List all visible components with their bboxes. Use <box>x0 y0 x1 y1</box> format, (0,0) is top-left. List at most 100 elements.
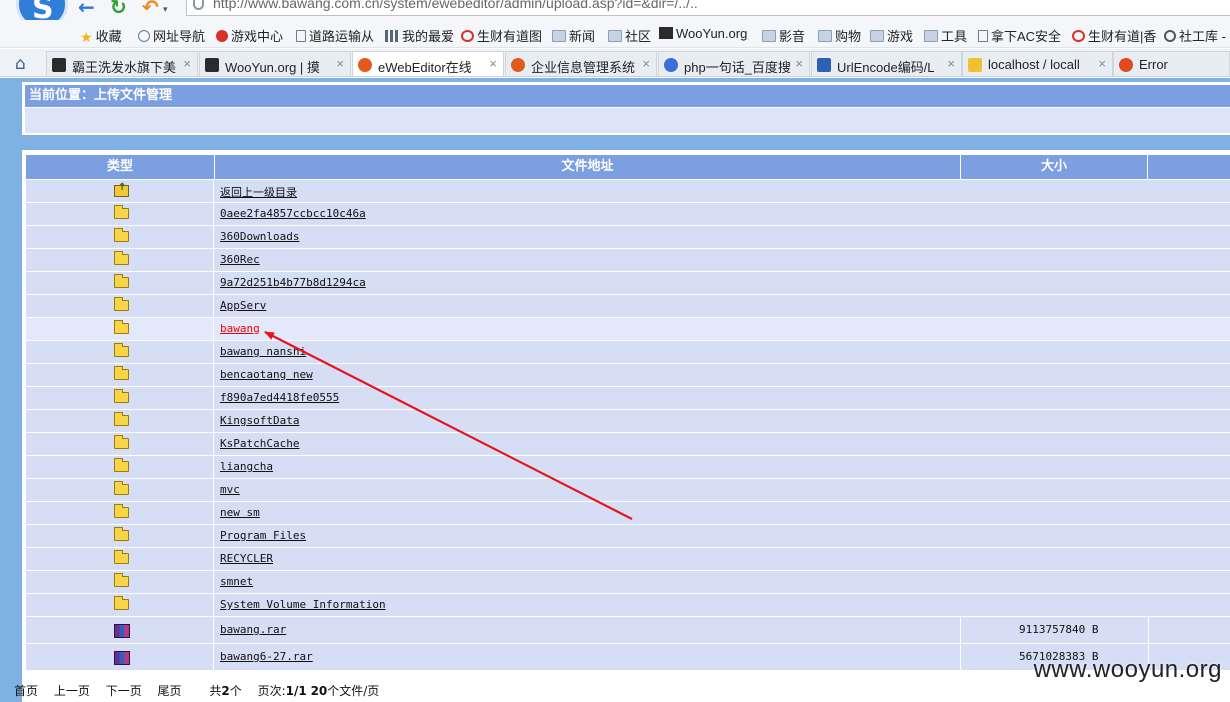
url-bar[interactable]: http://www.bawang.com.cn/system/ewebedit… <box>186 0 1230 16</box>
type-cell <box>26 249 214 271</box>
bookmark-item[interactable]: 新闻 <box>552 26 595 44</box>
type-cell <box>26 203 214 225</box>
bookmark-item[interactable]: WooYun.org <box>659 26 747 43</box>
folder-icon <box>114 458 129 472</box>
bookmark-item[interactable]: ★ 收藏 <box>80 26 122 45</box>
bookmark-label: 我的最爱 <box>402 29 455 44</box>
path-cell: 返回上一级目录 <box>215 180 960 202</box>
file-link[interactable]: bawang nanshi <box>220 345 306 358</box>
file-link[interactable]: 9a72d251b4b77b8d1294ca <box>220 276 366 289</box>
file-link[interactable]: KingsoftData <box>220 414 299 427</box>
home-icon[interactable]: ⌂ <box>15 54 26 74</box>
folder-icon <box>114 550 129 564</box>
folder-icon <box>114 435 129 449</box>
close-icon[interactable]: × <box>947 56 955 71</box>
close-icon[interactable]: × <box>642 56 650 71</box>
tab-label: WooYun.org | 摸 <box>225 60 320 75</box>
address-row: S ← ↻ ↶ ▾ http://www.bawang.com.cn/syste… <box>0 0 1230 30</box>
browser-tab[interactable]: 霸王洗发水旗下美 × <box>46 51 198 76</box>
bookmark-item[interactable]: 生财有道图 <box>461 26 542 44</box>
tab-label: Error <box>1139 57 1168 72</box>
file-link[interactable]: AppServ <box>220 299 266 312</box>
folder-icon <box>608 30 622 42</box>
total-prefix: 共 <box>209 684 222 698</box>
chevron-down-icon[interactable]: ▾ <box>163 0 168 20</box>
chrome-icon <box>461 30 474 42</box>
table-row: ↑ 返回上一级目录 <box>26 180 1230 202</box>
url-text[interactable]: http://www.bawang.com.cn/system/ewebedit… <box>213 0 698 11</box>
bookmark-label: 影音 <box>779 29 806 44</box>
file-link[interactable]: RECYCLER <box>220 552 273 565</box>
type-cell <box>26 456 214 478</box>
next-page-link[interactable]: 下一页 <box>106 684 142 698</box>
refresh-icon[interactable]: ↻ <box>110 0 127 17</box>
table-row: 9a72d251b4b77b8d1294ca <box>26 272 1230 294</box>
browser-tab[interactable]: 企业信息管理系统 × <box>505 51 657 76</box>
chrome-icon <box>1072 30 1085 42</box>
bookmark-item[interactable]: 社区 <box>608 26 651 44</box>
bookmark-item[interactable]: 工具 <box>924 26 967 44</box>
total-count: 2 <box>221 684 230 698</box>
table-row: 360Rec <box>26 249 1230 271</box>
location-body <box>25 108 1230 133</box>
close-icon[interactable]: × <box>1098 56 1106 71</box>
folder-icon <box>114 274 129 288</box>
file-link[interactable]: KsPatchCache <box>220 437 299 450</box>
file-link[interactable]: liangcha <box>220 460 273 473</box>
back-arrow-icon[interactable]: ← <box>78 0 95 17</box>
bookmark-item[interactable]: 网址导航 <box>138 26 205 44</box>
file-link[interactable]: bawang.rar <box>220 623 286 636</box>
table-row: KsPatchCache <box>26 433 1230 455</box>
tab-favicon-icon <box>1119 58 1133 72</box>
tab-bar: ⌂ 霸王洗发水旗下美 × WooYun.org | 摸 × eWebEditor在线 × 企… <box>0 49 1230 77</box>
type-cell <box>26 644 214 670</box>
type-cell <box>26 226 214 248</box>
browser-tab[interactable]: Error <box>1113 51 1230 76</box>
table-row: 0aee2fa4857ccbcc10c46a <box>26 203 1230 225</box>
file-link[interactable]: bawang <box>220 322 260 335</box>
file-link[interactable]: 0aee2fa4857ccbcc10c46a <box>220 207 366 220</box>
tab-label: UrlEncode编码/L <box>837 60 935 75</box>
bookmark-item[interactable]: 游戏中心 <box>216 26 283 44</box>
file-link[interactable]: Program Files <box>220 529 306 542</box>
bookmark-item[interactable]: 道路运输从 <box>296 26 374 44</box>
bookmark-item[interactable]: 拿下AC安全 <box>978 26 1061 44</box>
first-page-link[interactable]: 首页 <box>14 684 38 698</box>
search-icon <box>1164 30 1176 42</box>
close-icon[interactable]: × <box>489 56 497 71</box>
file-link[interactable]: smnet <box>220 575 253 588</box>
prev-page-link[interactable]: 上一页 <box>54 684 90 698</box>
close-icon[interactable]: × <box>795 56 803 71</box>
file-link[interactable]: 360Downloads <box>220 230 299 243</box>
last-page-link[interactable]: 尾页 <box>158 684 182 698</box>
path-cell: KsPatchCache <box>215 433 960 455</box>
undo-icon[interactable]: ↶ <box>142 0 159 17</box>
bookmark-item[interactable]: 我的最爱 <box>385 26 455 44</box>
bookmark-item[interactable]: 生财有道|香 <box>1072 26 1156 44</box>
bookmark-item[interactable]: 社工库 - <box>1164 26 1226 44</box>
file-link[interactable]: 360Rec <box>220 253 260 266</box>
close-icon[interactable]: × <box>336 56 344 71</box>
file-link[interactable]: mvc <box>220 483 240 496</box>
tab-label: localhost / locall <box>988 57 1080 72</box>
browser-tab[interactable]: localhost / locall × <box>962 51 1113 76</box>
path-cell: new sm <box>215 502 960 524</box>
close-icon[interactable]: × <box>183 56 191 71</box>
browser-tab[interactable]: UrlEncode编码/L × <box>811 51 962 76</box>
file-link[interactable]: System Volume Information <box>220 598 386 611</box>
star-icon: ★ <box>80 29 93 45</box>
file-link[interactable]: 返回上一级目录 <box>220 184 297 200</box>
bookmark-item[interactable]: 游戏 <box>870 26 913 44</box>
folder-icon <box>870 30 884 42</box>
browser-tab[interactable]: eWebEditor在线 × <box>352 51 504 76</box>
browser-tab[interactable]: WooYun.org | 摸 × <box>199 51 351 76</box>
bookmark-item[interactable]: 影音 <box>762 26 806 44</box>
tab-label: php一句话_百度搜 <box>684 60 790 75</box>
browser-tab[interactable]: php一句话_百度搜 × <box>658 51 810 76</box>
path-cell: liangcha <box>215 456 960 478</box>
file-link[interactable]: bencaotang new <box>220 368 313 381</box>
file-link[interactable]: new sm <box>220 506 260 519</box>
bookmark-item[interactable]: 购物 <box>818 26 861 44</box>
file-link[interactable]: f890a7ed4418fe0555 <box>220 391 339 404</box>
file-link[interactable]: bawang6-27.rar <box>220 650 313 663</box>
